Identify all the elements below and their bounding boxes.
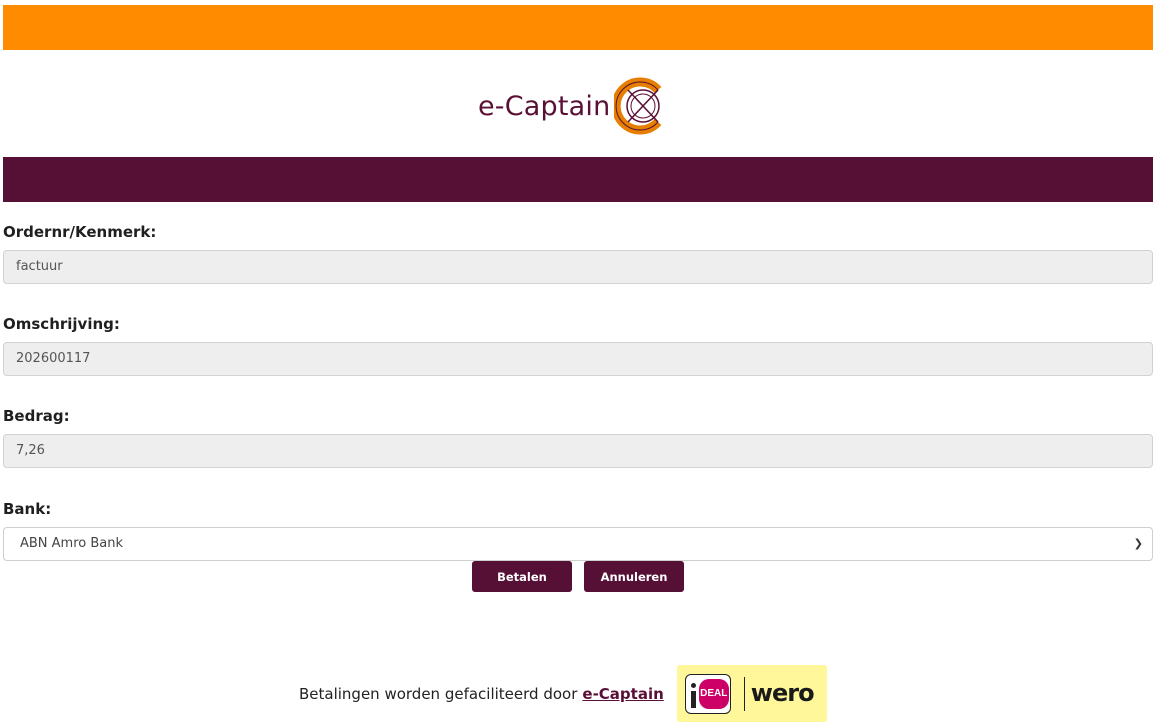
ideal-wero-badge: DEAL wero: [676, 665, 827, 722]
footer-text: Betalingen worden gefaciliteerd door: [299, 684, 578, 703]
chevron-down-icon: ❯: [1133, 537, 1143, 550]
e-captain-link[interactable]: e-Captain: [582, 685, 663, 703]
top-orange-bar: [3, 5, 1153, 50]
payment-form: Ordernr/Kenmerk: factuur Omschrijving: 2…: [3, 222, 1153, 561]
pay-button[interactable]: Betalen: [472, 561, 572, 592]
amount-label: Bedrag:: [3, 407, 70, 425]
e-captain-logo: e-Captain: [478, 76, 668, 136]
wero-logo-text: wero: [750, 679, 815, 707]
order-label: Ordernr/Kenmerk:: [3, 223, 157, 241]
description-field[interactable]: 202600117: [3, 342, 1153, 376]
amount-field[interactable]: 7,26: [3, 434, 1153, 468]
bank-select-value: ABN Amro Bank: [20, 536, 124, 551]
bank-label: Bank:: [3, 500, 52, 518]
badge-divider: [743, 677, 746, 711]
ideal-logo-icon: DEAL: [684, 674, 731, 714]
action-buttons: Betalen Annuleren: [472, 561, 684, 592]
logo-text: e-Captain: [478, 90, 611, 122]
footer: Betalingen worden gefaciliteerd door e-C…: [299, 665, 827, 722]
logo-mark-icon: [614, 77, 662, 135]
ideal-logo-text: DEAL: [698, 679, 729, 709]
header-purple-bar: [3, 157, 1153, 202]
bank-select[interactable]: ABN Amro Bank ❯: [3, 527, 1153, 561]
cancel-button[interactable]: Annuleren: [584, 561, 684, 592]
description-label: Omschrijving:: [3, 315, 120, 333]
payment-page: e-Captain Ordernr/Kenmerk: factuur Omsch…: [0, 0, 1160, 727]
order-field[interactable]: factuur: [3, 250, 1153, 284]
